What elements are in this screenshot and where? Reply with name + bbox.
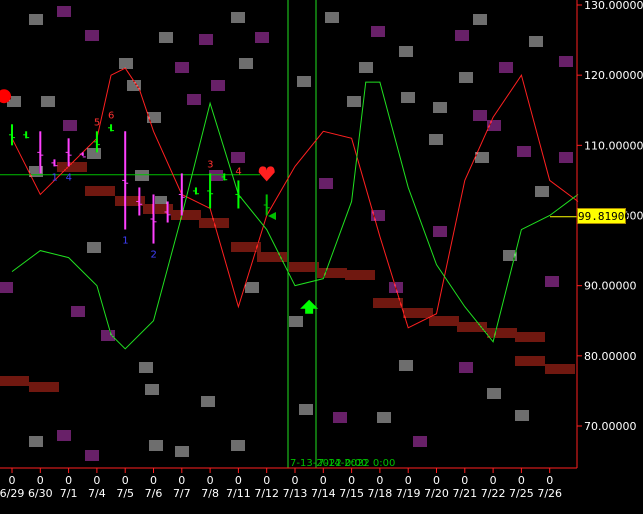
- x-tick-label: 7/22: [481, 487, 506, 500]
- x-tick-label: 7/5: [116, 487, 134, 500]
- price-bar-label: 2: [151, 250, 157, 261]
- y-tick-label: 90.00000: [584, 280, 637, 293]
- x-tick-zero: 0: [320, 474, 327, 487]
- x-tick-zero: 0: [461, 474, 468, 487]
- y-tick-label: 130.00000: [584, 0, 643, 12]
- x-tick-label: 7/26: [537, 487, 562, 500]
- vertical-line-label-2: 7-14-2022 0:00: [318, 458, 395, 469]
- x-tick-label: 7/20: [424, 487, 449, 500]
- x-tick-zero: 0: [235, 474, 242, 487]
- x-tick-label: 7/21: [452, 487, 477, 500]
- x-tick-zero: 0: [65, 474, 72, 487]
- x-tick-label: 7/7: [173, 487, 191, 500]
- x-tick-label: 6/30: [28, 487, 53, 500]
- x-tick-label: 7/8: [201, 487, 219, 500]
- x-tick-label: 7/13: [283, 487, 308, 500]
- x-tick-zero: 0: [178, 474, 185, 487]
- price-bar-label: 6: [108, 110, 114, 121]
- x-tick-label: 7/19: [396, 487, 421, 500]
- chart: 14561234 130.00000120.00000110.00000100.…: [0, 0, 643, 514]
- x-tick-zero: 0: [93, 474, 100, 487]
- x-tick-zero: 0: [546, 474, 553, 487]
- x-tick-label: 7/14: [311, 487, 336, 500]
- x-tick-zero: 0: [518, 474, 525, 487]
- y-tick-label: 80.00000: [584, 350, 637, 363]
- x-tick-label: 7/12: [254, 487, 279, 500]
- x-tick-zero: 0: [150, 474, 157, 487]
- x-tick-zero: 0: [292, 474, 299, 487]
- chart-background: [0, 0, 643, 514]
- x-tick-zero: 0: [376, 474, 383, 487]
- x-tick-zero: 0: [263, 474, 270, 487]
- price-bar-label: 1: [51, 172, 57, 183]
- x-tick-label: 6/29: [0, 487, 24, 500]
- y-tick-label: 70.00000: [584, 420, 637, 433]
- x-tick-zero: 0: [122, 474, 129, 487]
- current-price-tag: 99.81900: [577, 208, 631, 224]
- x-tick-zero: 0: [37, 474, 44, 487]
- x-tick-label: 7/11: [226, 487, 251, 500]
- x-tick-zero: 0: [405, 474, 412, 487]
- x-tick-label: 7/6: [145, 487, 163, 500]
- price-bar-label: 5: [94, 117, 100, 128]
- y-tick-label: 110.00000: [584, 139, 643, 152]
- price-bar-label: 3: [207, 159, 213, 170]
- y-tick-label: 120.00000: [584, 69, 643, 82]
- x-tick-zero: 0: [207, 474, 214, 487]
- price-bar-label: 4: [235, 166, 241, 177]
- x-tick-zero: 0: [433, 474, 440, 487]
- x-tick-zero: 0: [348, 474, 355, 487]
- x-tick-label: 7/1: [60, 487, 78, 500]
- x-tick-zero: 0: [9, 474, 16, 487]
- price-bar-label: 1: [122, 236, 128, 247]
- x-tick-label: 7/4: [88, 487, 106, 500]
- x-tick-label: 7/18: [368, 487, 393, 500]
- x-tick-label: 7/15: [339, 487, 364, 500]
- x-tick-label: 7/25: [509, 487, 534, 500]
- price-bar-label: 4: [66, 172, 72, 183]
- x-tick-zero: 0: [490, 474, 497, 487]
